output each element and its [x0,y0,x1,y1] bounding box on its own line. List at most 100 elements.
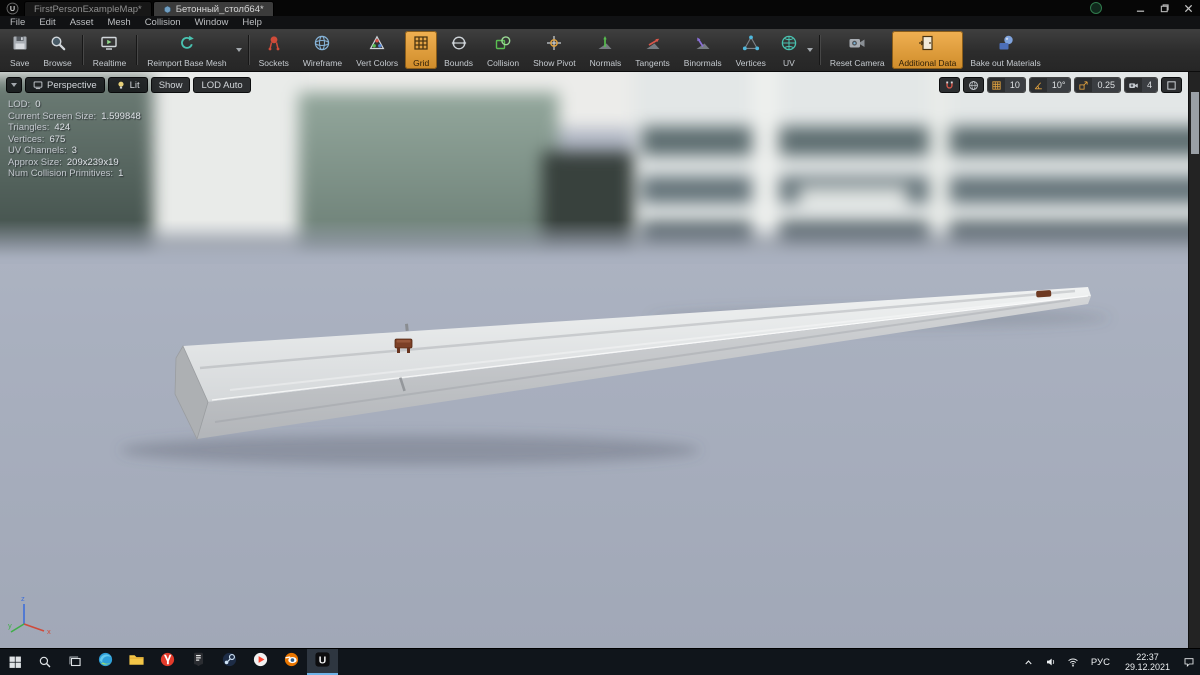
wifi-icon [1068,658,1078,667]
overlay-status-badge [1090,2,1102,14]
world-local-toggle-button[interactable] [962,77,984,93]
media-player-taskbar-button[interactable] [245,649,276,675]
show-menu-button[interactable]: Show [150,77,191,93]
toolbar-button-browse[interactable]: Browse [36,31,78,69]
toolbar-button-show-pivot[interactable]: Show Pivot [526,31,583,69]
tray-expand-button[interactable] [1018,649,1040,675]
menu-file[interactable]: File [3,17,32,28]
rotation-snap-control[interactable]: 10° [1028,77,1072,93]
start-button[interactable] [0,649,30,675]
toolbar-button-binormals[interactable]: Binormals [677,31,729,69]
toolbar-button-collision[interactable]: Collision [480,31,526,69]
viewport[interactable]: Perspective Lit Show LOD Auto 10 10° 0.2… [0,72,1200,648]
toolbar-separator [818,35,820,65]
volume-icon [1046,658,1055,666]
toolbar-button-grid[interactable]: Grid [405,31,438,69]
volume-button[interactable] [1040,649,1062,675]
search-button[interactable] [30,649,60,675]
grid-snap-control[interactable]: 10 [986,77,1026,93]
toolbar-separator [247,35,249,65]
menu-help[interactable]: Help [235,17,269,28]
file-explorer-icon [128,651,145,673]
toolbar-button-wireframe[interactable]: Wireframe [296,31,349,69]
toolbar-button-additional-data[interactable]: Additional Data [891,31,964,69]
toolbar-button-bake-materials[interactable]: Bake out Materials [963,31,1047,69]
blender-taskbar-button[interactable] [276,649,307,675]
toolbar-button-tangents[interactable]: Tangents [628,31,677,69]
uv-dropdown-button[interactable] [805,31,816,69]
task-view-button[interactable] [60,649,90,675]
time-text: 22:37 [1136,652,1159,662]
notification-icon [1184,658,1194,668]
bake-materials-icon [997,34,1015,57]
steam-taskbar-button[interactable] [214,649,245,675]
stat-approx-size: Approx Size: 209x239x19 [8,156,119,168]
system-tray: РУС 22:37 29.12.2021 [1018,649,1200,675]
surface-snap-button[interactable] [938,77,960,93]
tab-firstperson-map[interactable]: FirstPersonExampleMap* [24,1,152,16]
perspective-selector[interactable]: Perspective [25,77,105,93]
toolbar-button-normals[interactable]: Normals [583,31,629,69]
stat-triangles: Triangles: 424 [8,122,71,133]
clock[interactable]: 22:37 29.12.2021 [1117,649,1178,675]
rotation-snap-value[interactable]: 10° [1046,78,1071,92]
reimport-dropdown-button[interactable] [234,31,245,69]
lod-auto-button[interactable]: LOD Auto [193,77,251,93]
restore-button[interactable] [1152,1,1176,16]
maximize-viewport-button[interactable] [1161,77,1182,93]
camera-speed-value[interactable]: 4 [1141,78,1157,92]
tab-mesh-asset[interactable]: Бетонный_столб64* [152,1,274,16]
toolbar-button-bounds[interactable]: Bounds [437,31,480,69]
chevron-up-icon [1025,659,1033,664]
vertices-icon [742,34,760,57]
stat-vertices: Vertices: 675 [8,133,66,145]
maximize-icon [1167,80,1176,90]
magnet-icon [946,81,953,89]
toolbar-button-realtime[interactable]: Realtime [86,31,134,69]
viewport-options-button[interactable] [6,77,22,93]
toolbar-button-vertices[interactable]: Vertices [729,31,773,69]
edge-taskbar-button[interactable] [90,649,121,675]
minimize-button[interactable] [1128,1,1152,16]
camera-speed-control[interactable]: 4 [1123,77,1158,93]
toolbar-button-uv[interactable]: UV [773,31,805,69]
toolbar-button-save[interactable]: Save [3,31,36,69]
rebar-clamp-detail [394,338,413,353]
stat-lod: LOD: 0 [8,99,41,110]
unreal-icon: U [314,651,331,673]
binormals-icon [694,34,712,57]
edge-icon [97,651,114,673]
menu-collision[interactable]: Collision [138,17,188,28]
scrollbar-thumb[interactable] [1191,92,1199,154]
task-view-icon [69,656,81,667]
sockets-icon [265,34,283,57]
unreal-logo-icon: U [0,0,24,16]
menu-asset[interactable]: Asset [63,17,101,28]
save-icon [11,34,29,57]
toolbar-button-vert-colors[interactable]: Vert Colors [349,31,405,69]
file-explorer-taskbar-button[interactable] [121,649,152,675]
action-center-button[interactable] [1178,649,1200,675]
scale-snap-control[interactable]: 0.25 [1074,77,1121,93]
toolbar-button-reset-camera[interactable]: Reset Camera [823,31,892,69]
svg-text:y: y [8,621,12,630]
scale-snap-value[interactable]: 0.25 [1092,78,1120,92]
epic-games-taskbar-button[interactable] [183,649,214,675]
yandex-browser-taskbar-button[interactable] [152,649,183,675]
svg-text:U: U [319,655,327,666]
network-button[interactable] [1062,649,1084,675]
additional-data-icon [918,34,936,57]
menu-edit[interactable]: Edit [32,17,62,28]
menu-window[interactable]: Window [188,17,236,28]
close-button[interactable] [1176,1,1200,16]
unreal-taskbar-button[interactable]: U [307,649,338,675]
toolbar-button-sockets[interactable]: Sockets [252,31,296,69]
chevron-down-icon [11,83,17,87]
toolbar-button-reimport[interactable]: Reimport Base Mesh [140,31,233,69]
language-indicator[interactable]: РУС [1084,649,1117,675]
lit-mode-selector[interactable]: Lit [107,77,148,93]
grid-snap-value[interactable]: 10 [1004,78,1025,92]
menu-mesh[interactable]: Mesh [100,17,137,28]
viewport-scrollbar[interactable] [1188,72,1200,648]
date-text: 29.12.2021 [1124,662,1170,672]
